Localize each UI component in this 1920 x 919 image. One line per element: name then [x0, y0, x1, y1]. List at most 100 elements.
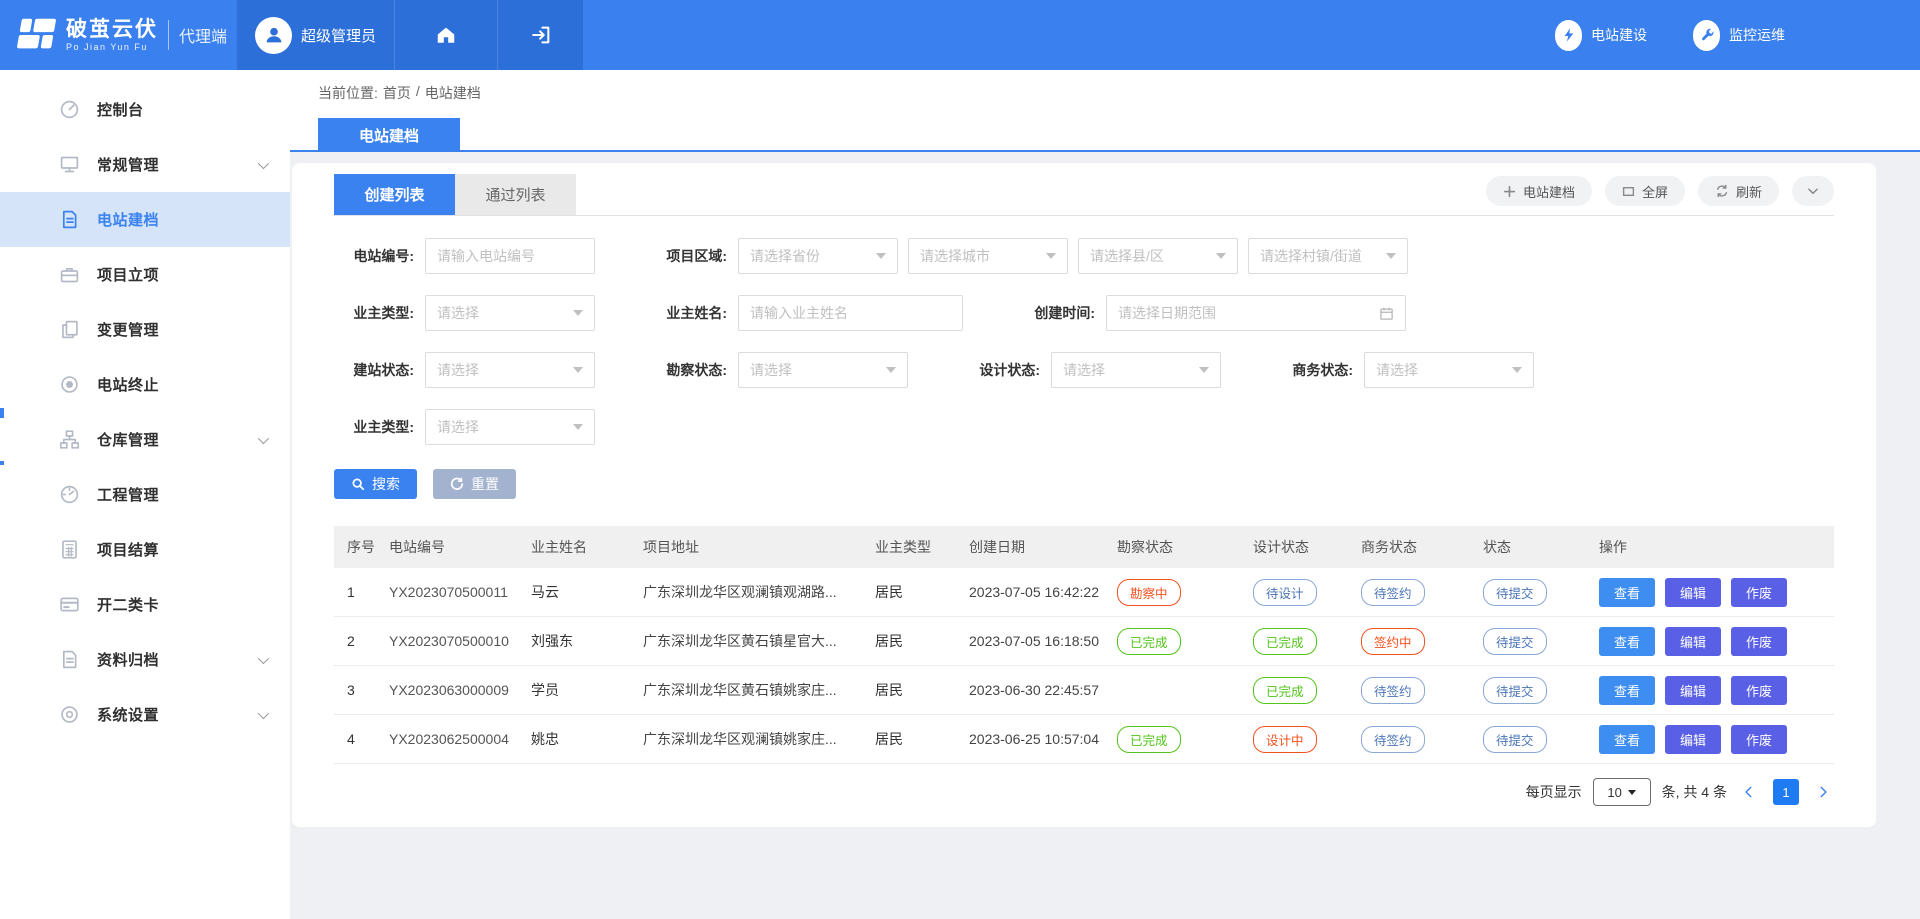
status-badge: 已完成 — [1117, 628, 1181, 655]
edit-button[interactable]: 编辑 — [1665, 725, 1721, 754]
sidebar-item-label: 电站建档 — [97, 209, 159, 230]
cell-created: 2023-06-30 22:45:57 — [969, 682, 1117, 698]
monitor-icon — [58, 154, 80, 176]
cell-created: 2023-07-05 16:18:50 — [969, 633, 1117, 649]
edit-button[interactable]: 编辑 — [1665, 627, 1721, 656]
filter-owner-type: 业主类型: 请选择 — [334, 295, 595, 331]
business-status-label: 商务状态: — [1273, 360, 1353, 380]
owner-type2-select[interactable]: 请选择 — [425, 409, 595, 445]
sidebar-item-3[interactable]: 项目立项 — [0, 247, 290, 302]
fullscreen-button[interactable]: 全屏 — [1605, 176, 1685, 206]
breadcrumb-home-link[interactable]: 首页 — [383, 83, 411, 103]
create-station-button[interactable]: 电站建档 — [1486, 176, 1592, 206]
status-badge: 待提交 — [1483, 726, 1547, 753]
view-button[interactable]: 查看 — [1599, 627, 1655, 656]
date-range-picker[interactable]: 请选择日期范围 — [1106, 295, 1406, 331]
sidebar-item-8[interactable]: 项目结算 — [0, 522, 290, 577]
user-icon — [263, 24, 285, 46]
table-row: 4YX2023062500004姚忠广东深圳龙华区观澜镇姚家庄...居民2023… — [334, 715, 1834, 764]
owner-type-select[interactable]: 请选择 — [425, 295, 595, 331]
sidebar-item-1[interactable]: 常规管理 — [0, 137, 290, 192]
search-label: 搜索 — [372, 474, 400, 494]
home-button[interactable] — [395, 0, 498, 70]
collapse-button[interactable] — [1792, 176, 1834, 206]
cell-addr: 广东深圳龙华区黄石镇姚家庄... — [643, 680, 875, 700]
brand-subtitle: Po Jian Yun Fu — [66, 43, 158, 53]
nav-monitor-ops[interactable]: 监控运维 — [1693, 20, 1785, 51]
filter-owner-name: 业主姓名: — [647, 295, 963, 331]
sidebar-item-11[interactable]: 系统设置 — [0, 687, 290, 742]
tab-create-list[interactable]: 创建列表 — [334, 174, 455, 215]
void-button[interactable]: 作废 — [1731, 725, 1787, 754]
build-status-select[interactable]: 请选择 — [425, 352, 595, 388]
village-placeholder: 请选择村镇/街道 — [1260, 246, 1362, 266]
sidebar-item-6[interactable]: 仓库管理 — [0, 412, 290, 467]
prev-page-button[interactable] — [1738, 781, 1760, 803]
refresh-label: 刷新 — [1736, 182, 1762, 201]
tab-passed-list[interactable]: 通过列表 — [455, 174, 576, 215]
station-code-input[interactable] — [425, 238, 595, 274]
reset-button[interactable]: 重置 — [433, 469, 516, 499]
view-button[interactable]: 查看 — [1599, 725, 1655, 754]
sidebar-item-4[interactable]: 变更管理 — [0, 302, 290, 357]
view-button[interactable]: 查看 — [1599, 676, 1655, 705]
sidebar-item-5[interactable]: 电站终止 — [0, 357, 290, 412]
scroll-indicator — [0, 461, 4, 465]
current-page-button[interactable]: 1 — [1773, 779, 1799, 805]
chevron-left-icon — [1742, 785, 1756, 799]
page-tab-station-archive[interactable]: 电站建档 — [318, 118, 460, 152]
void-button[interactable]: 作废 — [1731, 578, 1787, 607]
reset-icon — [450, 477, 464, 491]
city-select[interactable]: 请选择城市 — [908, 238, 1068, 274]
sidebar-item-9[interactable]: 开二类卡 — [0, 577, 290, 632]
province-select[interactable]: 请选择省份 — [738, 238, 898, 274]
sidebar-item-0[interactable]: 控制台 — [0, 82, 290, 137]
sidebar-item-10[interactable]: 资料归档 — [0, 632, 290, 687]
view-button[interactable]: 查看 — [1599, 578, 1655, 607]
build-status-label: 建站状态: — [334, 360, 414, 380]
refresh-button[interactable]: 刷新 — [1698, 176, 1779, 206]
logout-button[interactable] — [498, 0, 583, 70]
county-select[interactable]: 请选择县/区 — [1078, 238, 1238, 274]
page-size-select[interactable]: 10 — [1593, 778, 1651, 806]
village-select[interactable]: 请选择村镇/街道 — [1248, 238, 1408, 274]
sidebar-item-label: 项目立项 — [97, 264, 159, 285]
cell-otype: 居民 — [875, 729, 969, 749]
search-button[interactable]: 搜索 — [334, 469, 417, 499]
lightning-icon — [1555, 20, 1582, 51]
cell-actions: 查看编辑作废 — [1599, 627, 1834, 656]
sidebar-item-label: 资料归档 — [97, 649, 159, 670]
void-button[interactable]: 作废 — [1731, 627, 1787, 656]
breadcrumb-separator: / — [416, 83, 420, 103]
void-button[interactable]: 作废 — [1731, 676, 1787, 705]
cell-addr: 广东深圳龙华区观澜镇姚家庄... — [643, 729, 875, 749]
survey-status-select[interactable]: 请选择 — [738, 352, 908, 388]
sidebar-item-label: 常规管理 — [97, 154, 159, 175]
column-header: 勘察状态 — [1117, 537, 1253, 557]
cell-code: YX2023063000009 — [389, 682, 531, 698]
sidebar-item-2[interactable]: 电站建档 — [0, 192, 290, 247]
target-icon — [58, 374, 80, 396]
owner-name-input[interactable] — [738, 295, 963, 331]
business-status-select[interactable]: 请选择 — [1364, 352, 1534, 388]
cell-owner: 姚忠 — [531, 729, 643, 749]
design-status-select[interactable]: 请选择 — [1051, 352, 1221, 388]
cell-seq: 2 — [334, 633, 389, 649]
next-page-button[interactable] — [1812, 781, 1834, 803]
edit-button[interactable]: 编辑 — [1665, 676, 1721, 705]
logo-text: 破茧云伏 Po Jian Yun Fu — [66, 18, 158, 53]
sidebar-menu: 控制台常规管理电站建档项目立项变更管理电站终止仓库管理工程管理项目结算开二类卡资… — [0, 70, 290, 742]
logo-area: 破茧云伏 Po Jian Yun Fu 代理端 — [0, 0, 237, 70]
scroll-indicator — [0, 408, 4, 418]
chevron-down-icon — [1386, 253, 1396, 259]
fullscreen-label: 全屏 — [1642, 182, 1668, 201]
sidebar-item-7[interactable]: 工程管理 — [0, 467, 290, 522]
filter-row-2: 业主类型: 请选择 业主姓名: 创建时间: 请选择日期范围 — [334, 295, 1834, 331]
cell-otype: 居民 — [875, 680, 969, 700]
user-menu[interactable]: 超级管理员 — [237, 0, 395, 70]
edit-button[interactable]: 编辑 — [1665, 578, 1721, 607]
column-header: 序号 — [334, 537, 389, 557]
breadcrumb: 当前位置: 首页 / 电站建档 — [318, 83, 481, 103]
calculator-icon — [58, 539, 80, 561]
nav-station-build[interactable]: 电站建设 — [1555, 20, 1647, 51]
